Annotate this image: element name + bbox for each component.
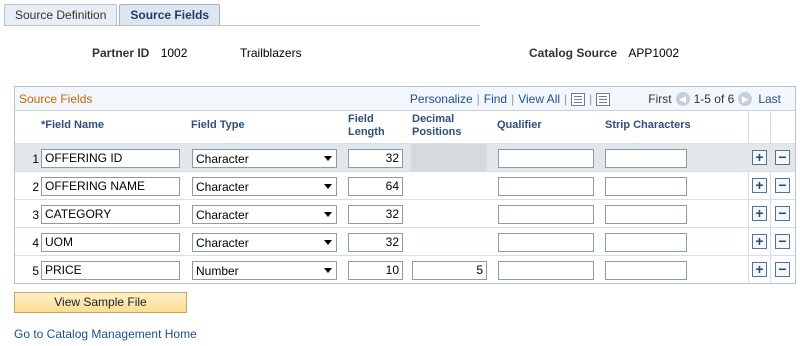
catalog-source-value: APP1002 — [628, 46, 680, 60]
tab-bar: Source Definition Source Fields — [4, 4, 222, 26]
delete-row-button[interactable]: − — [775, 262, 790, 277]
col-header-decimal-line2: Positions — [412, 126, 462, 138]
field-name-input[interactable]: PRICE — [41, 261, 180, 280]
table-row: 3 CATEGORY Character 32 + − — [15, 199, 795, 227]
col-header-strip-characters: Strip Characters — [605, 119, 691, 131]
col-header-decimal-line1: Decimal — [412, 113, 455, 125]
strip-characters-input[interactable] — [605, 205, 687, 224]
strip-characters-input[interactable] — [605, 261, 687, 280]
field-name-input[interactable]: CATEGORY — [41, 205, 180, 224]
table-row: 5 PRICE Number 10 5 + − — [15, 255, 795, 283]
chevron-down-icon — [324, 156, 332, 161]
tab-divider — [4, 25, 480, 26]
field-name-input[interactable]: OFFERING ID — [41, 149, 180, 168]
next-icon[interactable]: ▶ — [738, 92, 753, 106]
field-type-select[interactable]: Number — [192, 261, 337, 280]
strip-characters-input[interactable] — [605, 233, 687, 252]
table-row: 2 OFFERING NAME Character 64 + − — [15, 171, 795, 199]
field-name-input[interactable]: UOM — [41, 233, 180, 252]
row-number: 1 — [32, 152, 39, 166]
qualifier-input[interactable] — [498, 205, 594, 224]
partner-id-section: Partner ID 1002 — [92, 46, 187, 60]
find-link[interactable]: Find — [484, 92, 507, 106]
delete-row-button[interactable]: − — [775, 206, 790, 221]
field-type-select[interactable]: Character — [192, 205, 337, 224]
decimal-positions-input[interactable]: 5 — [412, 261, 487, 280]
grid-navigation: Personalize | Find | View All | | First … — [410, 92, 781, 106]
field-length-input[interactable]: 64 — [348, 177, 403, 196]
field-type-value: Character — [196, 152, 249, 166]
field-type-value: Character — [196, 180, 249, 194]
field-length-input[interactable]: 32 — [348, 233, 403, 252]
chevron-down-icon — [324, 240, 332, 245]
grid-title: Source Fields — [19, 92, 93, 106]
tab-source-definition[interactable]: Source Definition — [4, 4, 118, 26]
nav-separator: | — [511, 92, 515, 106]
table-row: 1 OFFERING ID Character 32 + − — [15, 143, 795, 171]
row-number: 5 — [32, 264, 39, 278]
decimal-positions-disabled — [411, 144, 487, 171]
catalog-management-home-link[interactable]: Go to Catalog Management Home — [14, 327, 197, 341]
delete-row-button[interactable]: − — [775, 234, 790, 249]
table-row: 4 UOM Character 32 + − — [15, 227, 795, 255]
add-row-button[interactable]: + — [752, 262, 767, 277]
col-header-field-name: *Field Name — [41, 119, 104, 131]
strip-characters-input[interactable] — [605, 177, 687, 196]
partner-id-value: 1002 — [160, 46, 188, 60]
zoom-icon[interactable] — [571, 92, 586, 106]
view-all-link[interactable]: View All — [518, 92, 560, 106]
add-row-button[interactable]: + — [752, 178, 767, 193]
strip-characters-input[interactable] — [605, 149, 687, 168]
col-header-field-length: Field Length — [348, 113, 385, 139]
col-header-field-type: Field Type — [191, 119, 245, 131]
grid-toolbar: Source Fields Personalize | Find | View … — [15, 87, 795, 111]
source-fields-grid: Source Fields Personalize | Find | View … — [14, 86, 796, 284]
view-sample-file-button[interactable]: View Sample File — [14, 292, 187, 313]
chevron-down-icon — [324, 212, 332, 217]
partner-id-label: Partner ID — [92, 46, 150, 60]
field-type-select[interactable]: Character — [192, 233, 337, 252]
add-row-button[interactable]: + — [752, 150, 767, 165]
row-number: 3 — [32, 208, 39, 222]
add-row-button[interactable]: + — [752, 234, 767, 249]
catalog-source-label: Catalog Source — [529, 46, 618, 60]
qualifier-input[interactable] — [498, 233, 594, 252]
partner-name: Trailblazers — [240, 46, 302, 60]
field-type-value: Character — [196, 236, 249, 250]
nav-separator: | — [564, 92, 568, 106]
field-length-input[interactable]: 10 — [348, 261, 403, 280]
chevron-down-icon — [324, 268, 332, 273]
download-grid-icon[interactable] — [596, 92, 611, 106]
field-name-input[interactable]: OFFERING NAME — [41, 177, 180, 196]
tab-source-fields[interactable]: Source Fields — [119, 4, 221, 26]
col-header-qualifier: Qualifier — [497, 119, 542, 131]
previous-icon[interactable]: ◀ — [675, 92, 690, 106]
field-type-value: Character — [196, 208, 249, 222]
field-length-input[interactable]: 32 — [348, 205, 403, 224]
qualifier-input[interactable] — [498, 177, 594, 196]
last-link[interactable]: Last — [758, 92, 781, 106]
row-number: 2 — [32, 180, 39, 194]
delete-row-button[interactable]: − — [775, 150, 790, 165]
field-type-select[interactable]: Character — [192, 149, 337, 168]
col-header-field-length-line2: Length — [348, 126, 385, 138]
personalize-link[interactable]: Personalize — [410, 92, 473, 106]
row-range: 1-5 of 6 — [693, 92, 735, 106]
nav-separator: | — [476, 92, 480, 106]
chevron-down-icon — [324, 184, 332, 189]
field-type-select[interactable]: Character — [192, 177, 337, 196]
add-row-button[interactable]: + — [752, 206, 767, 221]
col-header-field-length-line1: Field — [348, 113, 374, 125]
field-type-value: Number — [196, 264, 239, 278]
delete-row-button[interactable]: − — [775, 178, 790, 193]
col-header-decimal-positions: Decimal Positions — [412, 113, 462, 139]
qualifier-input[interactable] — [498, 261, 594, 280]
field-length-input[interactable]: 32 — [348, 149, 403, 168]
qualifier-input[interactable] — [498, 149, 594, 168]
catalog-source-section: Catalog Source APP1002 — [529, 46, 679, 60]
nav-separator: | — [589, 92, 593, 106]
row-number: 4 — [32, 236, 39, 250]
first-label: First — [648, 92, 672, 106]
